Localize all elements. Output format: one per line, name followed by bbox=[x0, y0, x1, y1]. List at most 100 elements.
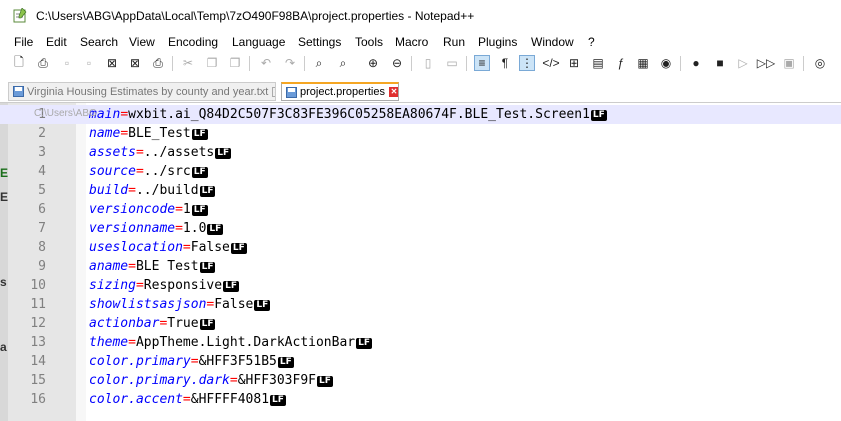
menu-settings[interactable]: Settings bbox=[298, 35, 341, 49]
menu-search[interactable]: Search bbox=[80, 35, 118, 49]
code-text[interactable]: versioncode=1 LF bbox=[89, 200, 208, 219]
editor-line[interactable]: 7 versionname=1.0 LF bbox=[0, 219, 841, 238]
menu-run[interactable]: Run bbox=[443, 35, 465, 49]
menu-window[interactable]: Window bbox=[531, 35, 574, 49]
zoom-out-icon[interactable]: ⊖ bbox=[389, 55, 405, 71]
editor-line[interactable]: 15 color.primary.dark=&HFF303F9F LF bbox=[0, 371, 841, 390]
property-value: BLE Test bbox=[135, 259, 199, 274]
tab-virginia-housing[interactable]: Virginia Housing Estimates by county and… bbox=[8, 82, 276, 101]
new-file-icon[interactable]: 🗋 bbox=[11, 55, 27, 71]
editor-line[interactable]: 16 color.accent=&HFFFF4081 LF bbox=[0, 390, 841, 409]
code-text[interactable]: sizing=Responsive LF bbox=[89, 276, 239, 295]
copy-icon[interactable]: ❐ bbox=[204, 55, 220, 71]
code-text[interactable]: color.primary.dark=&HFF303F9F LF bbox=[89, 371, 333, 390]
editor-line[interactable]: 10 sizing=Responsive LF bbox=[0, 276, 841, 295]
code-text[interactable]: aname=BLE Test LF bbox=[89, 257, 216, 276]
tab-label: Virginia Housing Estimates by county and… bbox=[27, 85, 269, 98]
sync-horizontal-icon[interactable]: ▭ bbox=[444, 55, 460, 71]
line-number: 14 bbox=[30, 354, 46, 369]
editor-line[interactable]: 6 versioncode=1 LF bbox=[0, 200, 841, 219]
editor-line[interactable]: 1 main=wxbit.ai_Q84D2C507F3C83FE396C05258… bbox=[0, 105, 841, 124]
equals-sign: = bbox=[135, 278, 144, 293]
editor-line[interactable]: 2 name=BLE_Test LF bbox=[0, 124, 841, 143]
indent-guide-icon[interactable]: ⋮ bbox=[519, 55, 535, 71]
undo-icon[interactable]: ↶ bbox=[258, 55, 274, 71]
equals-sign: = bbox=[135, 164, 144, 179]
editor-line[interactable]: 12 actionbar=True LF bbox=[0, 314, 841, 333]
equals-sign: = bbox=[175, 202, 183, 217]
folder-as-workspace-icon[interactable]: ▦ bbox=[635, 55, 651, 71]
close-icon[interactable]: ⊠ bbox=[104, 55, 120, 71]
editor-line[interactable]: 9 aname=BLE Test LF bbox=[0, 257, 841, 276]
eol-marker: LF bbox=[317, 376, 333, 387]
cut-icon[interactable]: ✂ bbox=[180, 55, 196, 71]
menu-view[interactable]: View bbox=[129, 35, 155, 49]
document-map-icon[interactable]: ⊞ bbox=[566, 55, 582, 71]
editor-line[interactable]: 14 color.primary=&HFF3F51B5 LF bbox=[0, 352, 841, 371]
menu-file[interactable]: File bbox=[14, 35, 33, 49]
code-text[interactable]: useslocation=False LF bbox=[89, 238, 247, 257]
close-tab-icon[interactable]: ✕ bbox=[389, 87, 398, 97]
file-icon bbox=[13, 86, 24, 97]
line-number: 8 bbox=[38, 240, 46, 255]
editor-line[interactable]: 11 showlistsasjson=False LF bbox=[0, 295, 841, 314]
code-text[interactable]: name=BLE_Test LF bbox=[89, 124, 208, 143]
editor-line[interactable]: 5 build=../build LF bbox=[0, 181, 841, 200]
property-value: BLE_Test bbox=[128, 126, 191, 141]
editor-line[interactable]: 3 assets=../assets LF bbox=[0, 143, 841, 162]
close-all-icon[interactable]: ⊠ bbox=[127, 55, 143, 71]
open-file-icon[interactable]: ⎙ bbox=[35, 55, 51, 71]
paste-icon[interactable]: ❐ bbox=[227, 55, 243, 71]
property-key: versionname bbox=[89, 221, 176, 236]
editor-line[interactable]: 13 theme=AppTheme.Light.DarkActionBar LF bbox=[0, 333, 841, 352]
editor-line[interactable]: 8 useslocation=False LF bbox=[0, 238, 841, 257]
code-text[interactable]: source=../src LF bbox=[89, 162, 208, 181]
document-list-icon[interactable]: ▤ bbox=[590, 55, 606, 71]
menu-plugins[interactable]: Plugins bbox=[478, 35, 517, 49]
html-tag-icon[interactable]: </> bbox=[542, 55, 559, 71]
code-text[interactable]: actionbar=True LF bbox=[89, 314, 216, 333]
tab-label: project.properties bbox=[300, 86, 385, 98]
property-key: useslocation bbox=[89, 240, 183, 255]
code-text[interactable]: color.accent=&HFFFF4081 LF bbox=[89, 390, 286, 409]
menu-language[interactable]: Language bbox=[232, 35, 285, 49]
property-value: &HFF3F51B5 bbox=[198, 354, 277, 369]
code-text[interactable]: main=wxbit.ai_Q84D2C507F3C83FE396C05258E… bbox=[89, 105, 607, 124]
save-icon[interactable]: ▫ bbox=[59, 55, 75, 71]
menu-edit[interactable]: Edit bbox=[46, 35, 67, 49]
show-all-characters-icon[interactable]: ¶ bbox=[497, 55, 513, 71]
menu-help[interactable]: ? bbox=[588, 35, 595, 49]
eol-marker: LF bbox=[277, 357, 294, 368]
editor-line[interactable]: 4 source=../src LF bbox=[0, 162, 841, 181]
menu-tools[interactable]: Tools bbox=[355, 35, 383, 49]
code-text[interactable]: assets=../assets LF bbox=[89, 143, 232, 162]
close-tab-icon[interactable]: ✕ bbox=[272, 86, 275, 97]
property-value: 1.0 bbox=[182, 221, 207, 236]
find-icon[interactable]: ⌕ bbox=[311, 55, 327, 71]
play-macro-icon[interactable]: ▷ bbox=[735, 55, 751, 71]
code-text[interactable]: showlistsasjson=False LF bbox=[89, 295, 271, 314]
tab-project-properties[interactable]: project.properties ✕ bbox=[281, 82, 399, 101]
code-text[interactable]: color.primary=&HFF3F51B5 LF bbox=[89, 352, 294, 371]
replace-icon[interactable]: ⌕ bbox=[335, 55, 351, 71]
record-macro-icon[interactable]: ● bbox=[688, 55, 704, 71]
menu-encoding[interactable]: Encoding bbox=[168, 35, 218, 49]
save-all-icon[interactable]: ▫ bbox=[81, 55, 97, 71]
stop-record-icon[interactable]: ■ bbox=[712, 55, 728, 71]
word-wrap-icon[interactable]: ≡ bbox=[474, 55, 490, 71]
sync-vertical-icon[interactable]: ▯ bbox=[420, 55, 436, 71]
code-text[interactable]: build=../build LF bbox=[89, 181, 216, 200]
monitoring-icon[interactable]: ◉ bbox=[658, 55, 674, 71]
code-text[interactable]: theme=AppTheme.Light.DarkActionBar LF bbox=[89, 333, 373, 352]
menu-macro[interactable]: Macro bbox=[395, 35, 428, 49]
code-text[interactable]: versionname=1.0 LF bbox=[89, 219, 224, 238]
function-list-icon[interactable]: ƒ bbox=[613, 55, 629, 71]
window-title: C:\Users\ABG\AppData\Local\Temp\7zO490F9… bbox=[36, 9, 475, 23]
redo-icon[interactable]: ↷ bbox=[282, 55, 298, 71]
zoom-in-icon[interactable]: ⊕ bbox=[365, 55, 381, 71]
save-macro-icon[interactable]: ▣ bbox=[781, 55, 797, 71]
spell-check-icon[interactable]: ◎ bbox=[812, 55, 828, 71]
print-icon[interactable]: ⎙ bbox=[150, 55, 166, 71]
line-number: 10 bbox=[30, 278, 46, 293]
run-macro-multiple-icon[interactable]: ▷▷ bbox=[757, 55, 775, 71]
